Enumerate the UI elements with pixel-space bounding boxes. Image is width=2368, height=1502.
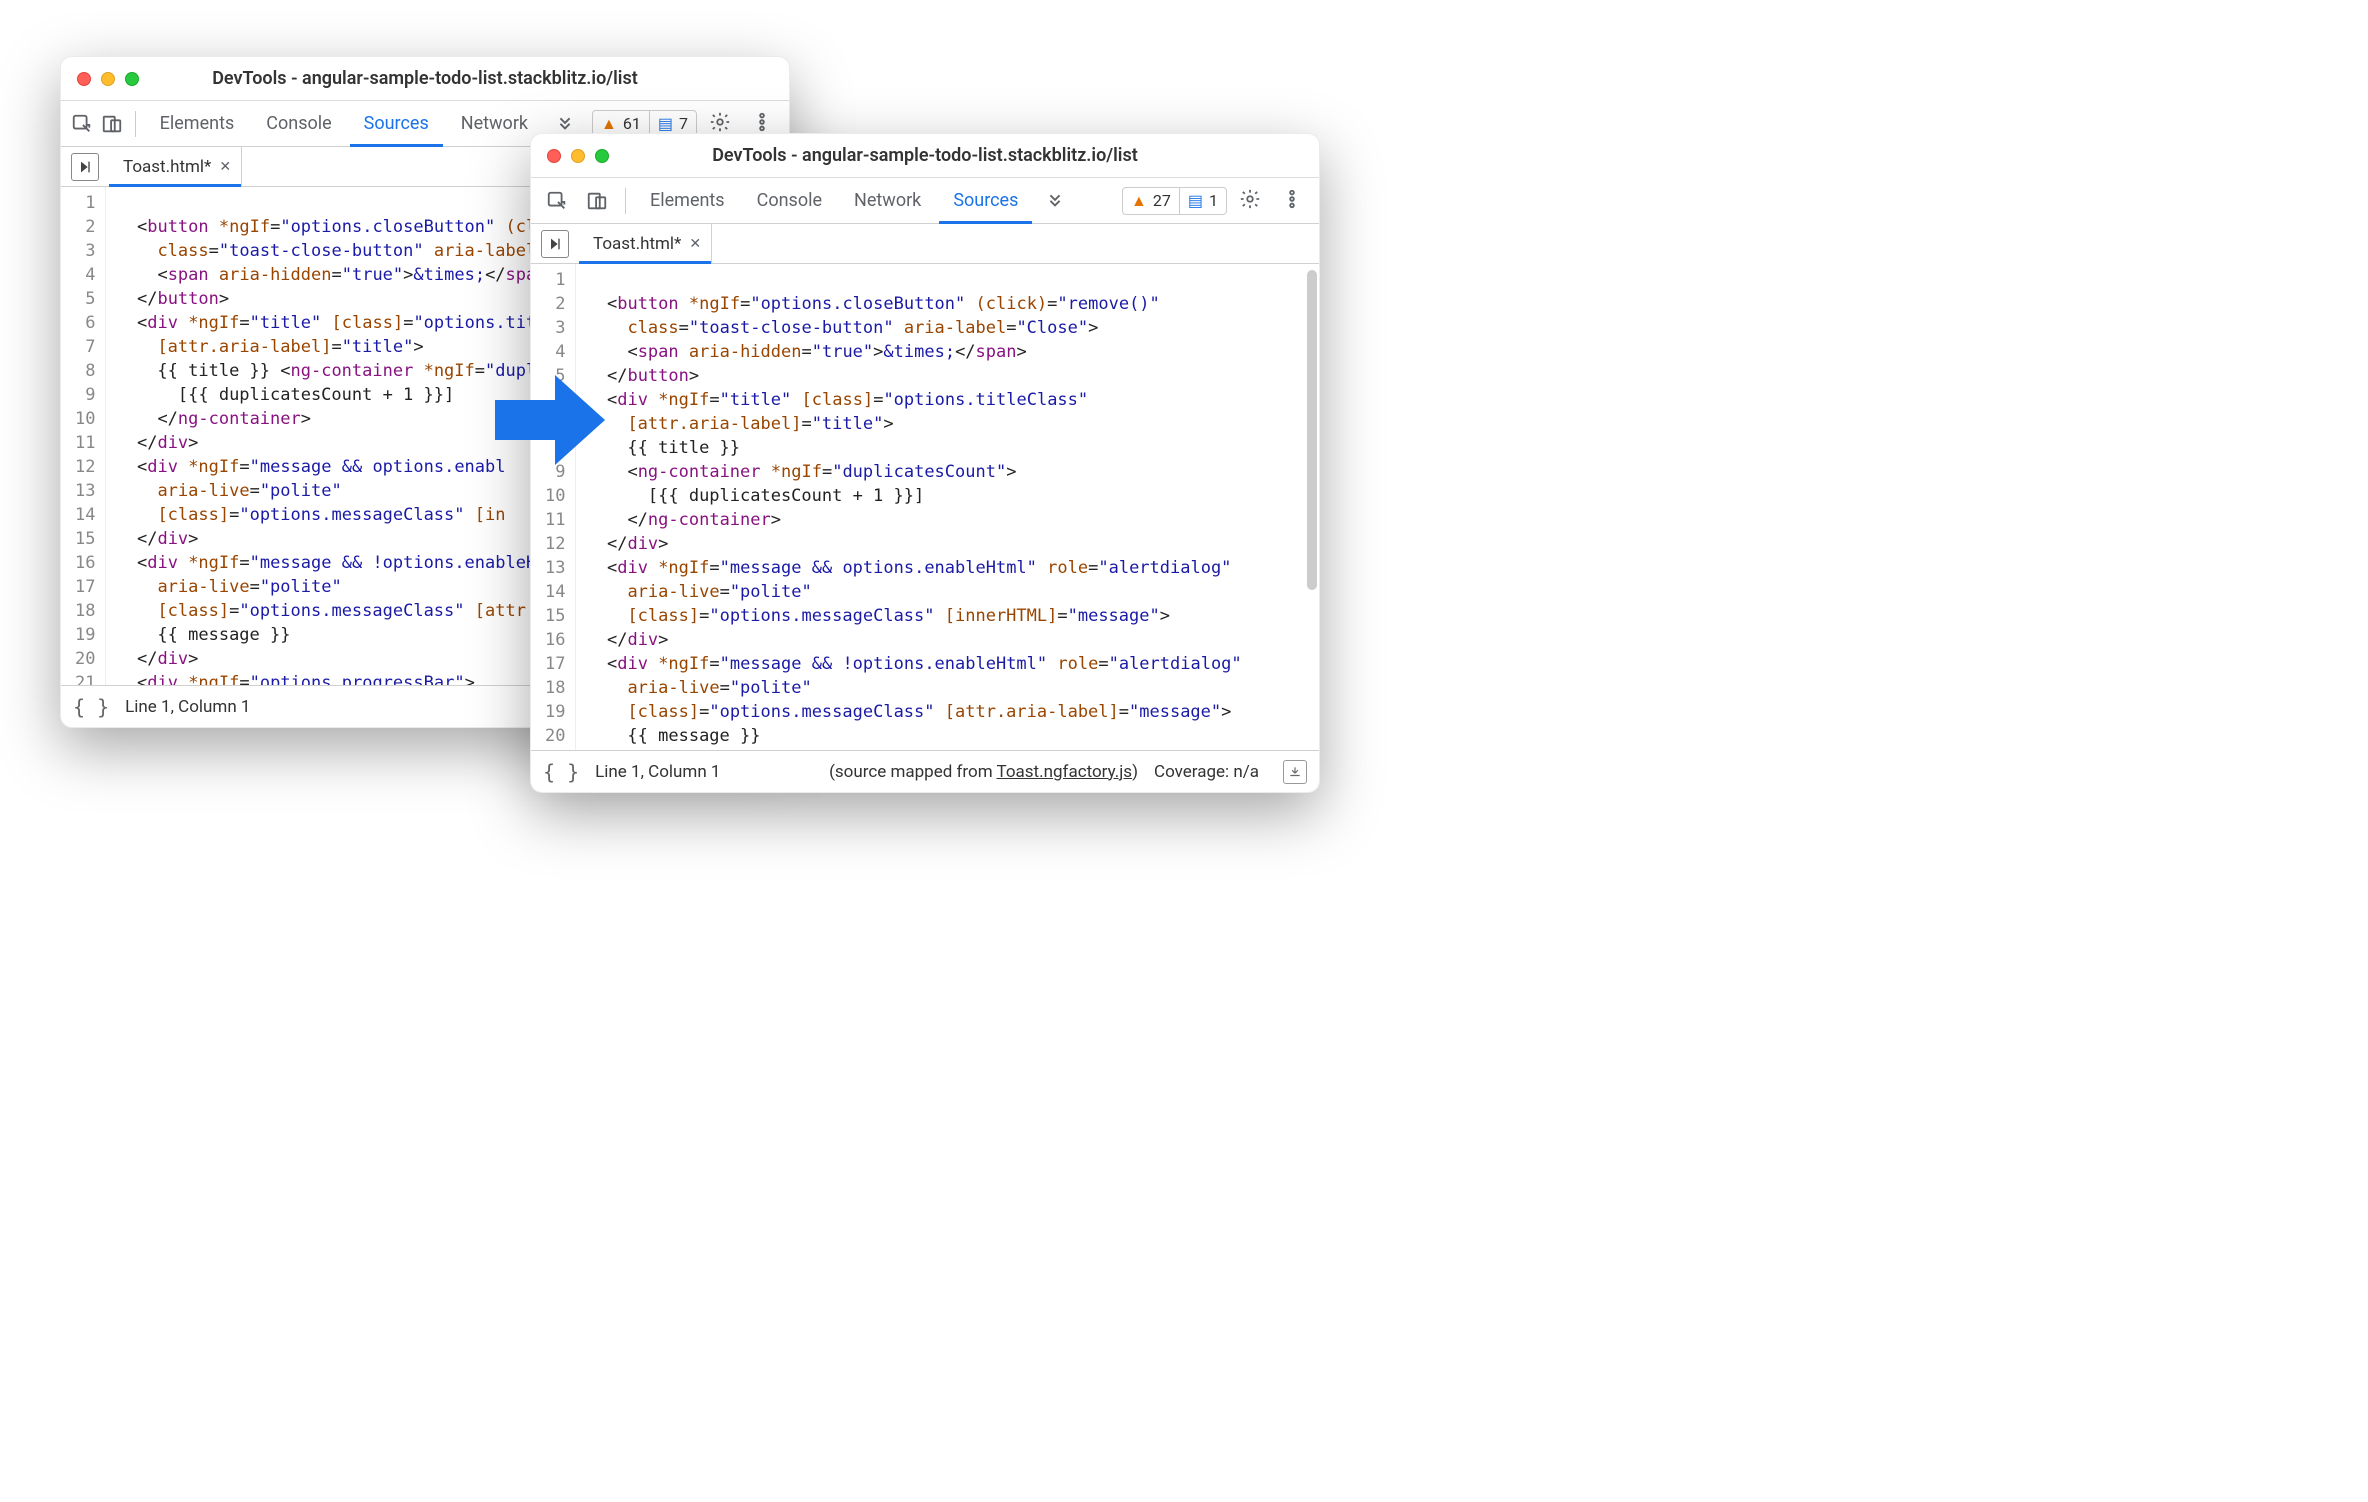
cursor-position: Line 1, Column 1: [595, 762, 720, 782]
close-tab-icon[interactable]: ✕: [689, 236, 701, 252]
inspect-element-icon[interactable]: [69, 106, 95, 142]
source-mapped-label: (source mapped from Toast.ngfactory.js): [829, 762, 1138, 782]
tab-console[interactable]: Console: [743, 178, 836, 224]
more-menu-kebab-icon[interactable]: [1273, 188, 1311, 214]
navigator-toggle-icon[interactable]: [541, 230, 569, 258]
line-gutter: 123456789101112131415161718192021222324: [61, 187, 106, 685]
line-gutter: 1234567891011121314151617181920212223242…: [531, 264, 576, 750]
source-map-link[interactable]: Toast.ngfactory.js: [997, 762, 1133, 782]
navigator-toggle-icon[interactable]: [71, 153, 99, 181]
scrollbar[interactable]: [1307, 270, 1317, 590]
traffic-lights: [547, 149, 609, 163]
tab-elements[interactable]: Elements: [636, 178, 739, 224]
pretty-print-braces-icon[interactable]: { }: [543, 760, 579, 784]
zoom-window-button[interactable]: [595, 149, 609, 163]
titlebar: DevTools - angular-sample-todo-list.stac…: [531, 134, 1319, 178]
close-window-button[interactable]: [547, 149, 561, 163]
code-editor[interactable]: 1234567891011121314151617181920212223242…: [531, 264, 1319, 750]
tab-sources[interactable]: Sources: [350, 101, 443, 147]
device-toolbar-icon[interactable]: [99, 106, 125, 142]
coverage-label: Coverage: n/a: [1154, 762, 1259, 782]
warning-triangle-icon: ▲: [1131, 191, 1147, 211]
info-square-icon: ▤: [1188, 191, 1203, 210]
warning-triangle-icon: ▲: [601, 114, 617, 134]
cursor-position: Line 1, Column 1: [125, 697, 250, 717]
separator: [625, 188, 626, 214]
tab-elements[interactable]: Elements: [146, 101, 249, 147]
warnings-count: 61: [623, 114, 641, 133]
minimize-window-button[interactable]: [101, 72, 115, 86]
tab-network[interactable]: Network: [840, 178, 935, 224]
devtools-toolbar: Elements Console Network Sources ▲27 ▤1: [531, 178, 1319, 224]
traffic-lights: [77, 72, 139, 86]
issue-badges[interactable]: ▲27 ▤1: [1122, 187, 1227, 215]
inspect-element-icon[interactable]: [539, 183, 575, 219]
statusbar: { } Line 1, Column 1 (source mapped from…: [531, 750, 1319, 792]
warnings-count: 27: [1153, 191, 1171, 210]
code-content[interactable]: <button *ngIf="options.closeButton" (cli…: [576, 264, 1319, 750]
expand-drawer-icon[interactable]: [1283, 760, 1307, 784]
info-count: 7: [679, 114, 688, 133]
window-title: DevTools - angular-sample-todo-list.stac…: [547, 145, 1303, 166]
devtools-window-after: DevTools - angular-sample-todo-list.stac…: [530, 133, 1320, 793]
pretty-print-braces-icon[interactable]: { }: [73, 695, 109, 719]
separator: [135, 111, 136, 137]
zoom-window-button[interactable]: [125, 72, 139, 86]
info-square-icon: ▤: [658, 114, 673, 133]
close-tab-icon[interactable]: ✕: [219, 159, 231, 175]
settings-gear-icon[interactable]: [1231, 188, 1269, 214]
file-tab[interactable]: Toast.html* ✕: [579, 224, 712, 264]
tab-console[interactable]: Console: [252, 101, 345, 147]
window-title: DevTools - angular-sample-todo-list.stac…: [77, 68, 773, 89]
file-tab-label: Toast.html*: [123, 157, 211, 177]
info-count: 1: [1209, 191, 1218, 210]
info-badge[interactable]: ▤1: [1180, 187, 1227, 215]
tab-network[interactable]: Network: [447, 101, 542, 147]
warnings-badge[interactable]: ▲ 27: [1122, 187, 1180, 215]
close-window-button[interactable]: [77, 72, 91, 86]
arrow-icon: [490, 370, 610, 470]
minimize-window-button[interactable]: [571, 149, 585, 163]
tab-sources[interactable]: Sources: [939, 178, 1032, 224]
sources-subtoolbar: Toast.html* ✕: [531, 224, 1319, 264]
file-tab[interactable]: Toast.html* ✕: [109, 147, 242, 187]
more-tabs-chevron-icon[interactable]: [1036, 188, 1074, 214]
titlebar: DevTools - angular-sample-todo-list.stac…: [61, 57, 789, 101]
device-toolbar-icon[interactable]: [579, 183, 615, 219]
file-tab-label: Toast.html*: [593, 234, 681, 254]
